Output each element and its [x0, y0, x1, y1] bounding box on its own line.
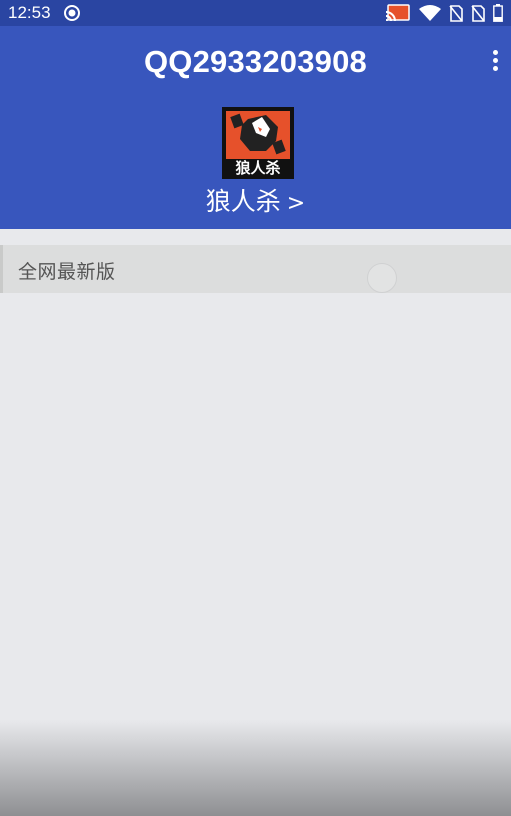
app-bar: QQ2933203908 狼人杀 狼人杀 >: [0, 26, 511, 229]
wifi-icon: [419, 4, 441, 21]
no-sim-icon: [449, 4, 463, 22]
list-item[interactable]: 全网最新版: [0, 245, 511, 293]
cast-icon: [385, 4, 410, 22]
game-link[interactable]: 狼人杀 >: [0, 182, 511, 218]
chevron-right-icon: >: [286, 191, 306, 216]
game-icon-text: 狼人杀: [235, 159, 280, 177]
record-icon: [64, 5, 80, 21]
bottom-fade: [0, 720, 511, 816]
status-icons: [385, 4, 503, 22]
more-vert-icon[interactable]: [491, 50, 499, 76]
page-title: QQ2933203908: [143, 44, 368, 79]
battery-icon: [493, 4, 503, 22]
status-time: 12:53: [8, 3, 51, 22]
status-bar: 12:53: [0, 0, 511, 26]
list-item-label: 全网最新版: [18, 261, 116, 283]
no-sim-icon: [471, 4, 485, 22]
game-app-icon[interactable]: 狼人杀: [222, 107, 294, 179]
game-name: 狼人杀: [205, 187, 281, 216]
werewolf-logo-icon: 狼人杀: [222, 107, 294, 179]
touch-ripple: [367, 263, 397, 293]
